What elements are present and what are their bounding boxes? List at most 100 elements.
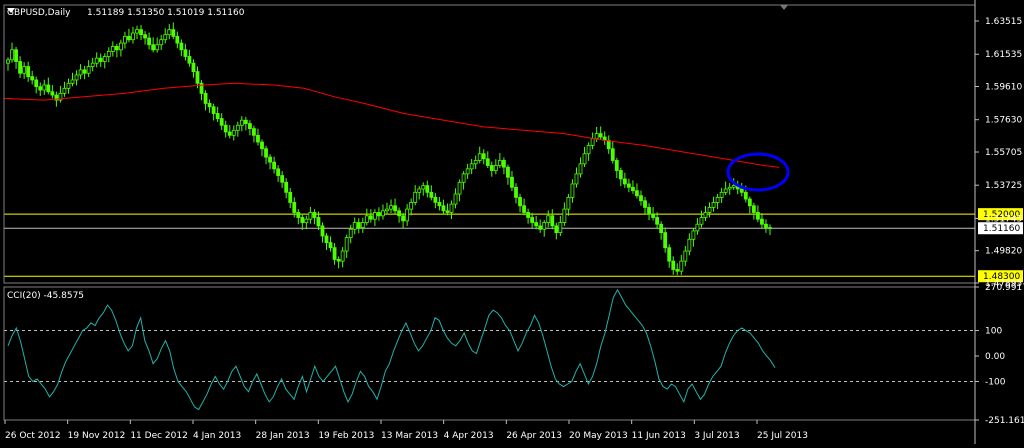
time-tick-label: 25 Jul 2013 [757, 431, 808, 441]
candle-body [743, 191, 748, 200]
cci-tick-label: 100 [985, 327, 1002, 337]
chart-window: 1.52000 1.51160 1.48300 1.63515 1.61535 1.59… [0, 0, 1024, 444]
candle-body [675, 269, 680, 272]
candle-body [667, 247, 672, 262]
candle-body [421, 185, 426, 190]
candle-body [14, 49, 18, 62]
time-tick-label: 19 Nov 2012 [68, 431, 126, 441]
candle-body [243, 119, 248, 124]
candle-body [308, 212, 313, 220]
candle-body [643, 200, 647, 208]
candle-body [586, 144, 591, 155]
candle-body [417, 188, 422, 193]
candle-body [405, 208, 410, 222]
time-tick-label: 4 Jan 2013 [193, 431, 241, 441]
candle-body [42, 84, 47, 91]
candle-body [248, 123, 252, 130]
candle-body [582, 153, 587, 165]
candle-body [352, 222, 357, 230]
candle-body [687, 238, 692, 252]
candle-body [695, 223, 700, 232]
candle-body [425, 185, 430, 193]
candle-body [401, 215, 406, 222]
candle-body [768, 227, 772, 229]
time-tick-label: 3 Jul 2013 [694, 431, 739, 441]
candle-body [598, 133, 603, 138]
candle-body [219, 118, 224, 126]
candle-body [131, 32, 135, 41]
candle-body [50, 91, 55, 96]
candle-body [445, 210, 450, 213]
candle-body [94, 57, 99, 64]
candle-body [340, 250, 345, 262]
candle-body [179, 42, 184, 51]
candle-body [389, 205, 393, 210]
candle-body [731, 185, 736, 188]
candle-body [268, 156, 272, 163]
candle-body [364, 215, 369, 223]
candle-body [727, 186, 732, 190]
candle-body [526, 212, 530, 218]
candle-body [348, 228, 353, 239]
candle-body [191, 62, 196, 72]
candle-body [393, 205, 397, 212]
candle-body [211, 106, 216, 114]
candle-body [441, 205, 446, 212]
candle-body [469, 163, 474, 170]
candle-body [106, 51, 111, 57]
candle-body [453, 193, 458, 205]
candle-body [356, 222, 361, 228]
candle-body [493, 165, 498, 171]
candle-body [324, 235, 329, 244]
price-tick-label: 1.63515 [985, 17, 1022, 27]
candle-body [429, 191, 434, 198]
candle-body [683, 250, 688, 262]
candle-body [711, 202, 716, 208]
candle-body [558, 222, 563, 233]
candle-body [663, 232, 668, 249]
candle-body [78, 69, 83, 76]
candle-body [288, 191, 293, 203]
candle-body [332, 247, 337, 260]
candle-body [312, 212, 317, 218]
candle-body [223, 124, 228, 133]
time-tick-label: 13 Mar 2013 [381, 431, 438, 441]
candle-body [449, 203, 454, 213]
candle-body [651, 213, 655, 218]
price-tick-label: 1.53725 [985, 181, 1022, 191]
candle-body [461, 173, 466, 183]
candle-body [159, 39, 164, 46]
candle-body [562, 208, 567, 223]
chart-canvas: 1.520001.511601.48300 1.635151.615351.59… [0, 0, 1024, 444]
candle-body [260, 141, 264, 150]
candle-body [66, 82, 71, 89]
candle-body [135, 29, 139, 34]
candle-body [489, 165, 494, 171]
time-tick-label: 20 May 2013 [569, 431, 628, 441]
candle-body [518, 196, 522, 207]
candle-body [610, 148, 615, 161]
candle-body [659, 223, 664, 233]
candle-body [622, 178, 627, 185]
candle-body [574, 173, 579, 185]
candle-body [110, 46, 115, 52]
candle-body [147, 37, 152, 46]
candle-body [437, 202, 442, 207]
candle-body [360, 222, 365, 228]
candle-body [409, 202, 414, 210]
candle-body [227, 131, 232, 136]
candle-body [477, 153, 482, 161]
time-tick-label: 19 Feb 2013 [318, 431, 374, 441]
candle-body [606, 139, 611, 150]
candle-body [30, 76, 35, 81]
cci-tick-label: 270.9917 [985, 283, 1024, 293]
candle-body [760, 218, 764, 225]
candle-body [231, 129, 236, 136]
candle-body [614, 160, 619, 171]
candle-body [82, 69, 87, 74]
candle-body [457, 181, 462, 195]
candle-body [235, 124, 240, 131]
candle-body [655, 217, 660, 225]
candle-body [336, 259, 341, 262]
candle-body [764, 223, 768, 228]
